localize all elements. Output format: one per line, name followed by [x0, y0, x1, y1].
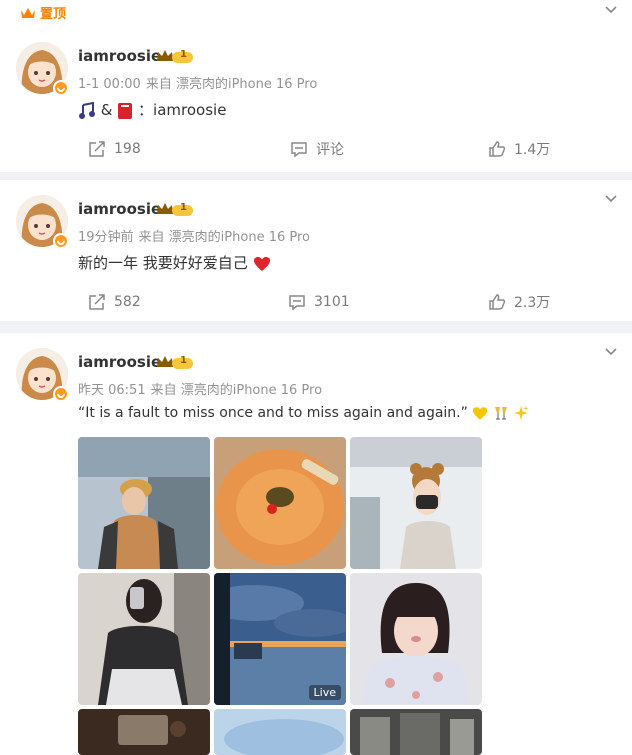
post-text-main: 新的一年 我要好好爱自己 — [78, 254, 248, 272]
thumbs-up-icon — [489, 141, 506, 157]
post-text-amp: & — [100, 101, 113, 119]
sparkles-icon — [514, 406, 529, 420]
repost-icon — [89, 294, 105, 310]
chevron-down-icon[interactable] — [604, 194, 618, 204]
chevron-down-icon[interactable] — [604, 5, 618, 15]
like-count: 2.3万 — [514, 295, 551, 311]
level-badge: 1 — [156, 355, 194, 371]
level-number: 1 — [180, 49, 187, 60]
post-text: “It is a fault to miss once and to miss … — [78, 405, 529, 421]
post-card-1: 置顶 iamroosie 1 1-1 00:00 来自 漂亮肉的iPhone 16… — [0, 0, 632, 172]
verified-badge-icon — [53, 386, 69, 402]
book-icon — [118, 102, 133, 119]
champagne-icon — [494, 407, 507, 420]
level-badge: 1 — [156, 49, 194, 65]
action-bar: 198 评论 1.4万 — [0, 134, 632, 164]
post-text: 新的一年 我要好好爱自己 — [78, 252, 271, 273]
like-button[interactable]: 2.3万 — [488, 287, 550, 317]
chevron-down-icon[interactable] — [604, 347, 618, 357]
comment-icon — [289, 295, 305, 311]
photo-9[interactable] — [350, 709, 482, 755]
photo-2[interactable] — [214, 437, 346, 569]
repost-count: 198 — [114, 141, 141, 157]
comment-count: 3101 — [314, 294, 350, 310]
photo-7[interactable] — [78, 709, 210, 755]
photo-6[interactable] — [350, 573, 482, 705]
level-number: 1 — [180, 355, 187, 366]
post-source: 来自 漂亮肉的iPhone 16 Pro — [145, 77, 318, 92]
level-badge: 1 — [156, 202, 194, 218]
photo-4[interactable] — [78, 573, 210, 705]
post-time[interactable]: 19分钟前 — [78, 230, 134, 245]
post-meta: 19分钟前 来自 漂亮肉的iPhone 16 Pro — [78, 226, 315, 245]
crown-icon — [157, 203, 193, 216]
pinned-label: 置顶 — [40, 7, 67, 22]
post-source: 来自 漂亮肉的iPhone 16 Pro — [150, 383, 323, 398]
username[interactable]: iamroosie — [78, 353, 161, 371]
comment-button[interactable]: 3101 — [288, 287, 350, 317]
verified-badge-icon — [53, 80, 69, 96]
post-time[interactable]: 1-1 00:00 — [78, 77, 141, 92]
comment-icon — [291, 142, 307, 158]
repost-icon — [89, 141, 105, 157]
crown-icon — [157, 356, 193, 369]
photo-5[interactable]: Live — [214, 573, 346, 705]
photo-3[interactable] — [350, 437, 482, 569]
post-time[interactable]: 昨天 06:51 — [78, 383, 146, 398]
username[interactable]: iamroosie — [78, 47, 161, 65]
live-badge: Live — [308, 685, 341, 700]
repost-button[interactable]: 582 — [88, 287, 141, 317]
repost-button[interactable]: 198 — [88, 134, 141, 164]
heart-icon — [253, 256, 270, 271]
music-note-icon — [79, 101, 95, 119]
post-text: & ：iamroosie — [78, 99, 226, 120]
photo-1[interactable] — [78, 437, 210, 569]
post-source: 来自 漂亮肉的iPhone 16 Pro — [138, 230, 310, 245]
action-bar: 582 3101 2.3万 — [0, 287, 632, 317]
like-button[interactable]: 1.4万 — [488, 134, 550, 164]
post-meta: 昨天 06:51 来自 漂亮肉的iPhone 16 Pro — [78, 379, 327, 398]
post-card-2: iamroosie 1 19分钟前 来自 漂亮肉的iPhone 16 Pro 新的… — [0, 180, 632, 321]
verified-badge-icon — [53, 233, 69, 249]
pinned-row: 置顶 — [20, 3, 66, 22]
photo-8[interactable] — [214, 709, 346, 755]
thumbs-up-icon — [489, 294, 506, 310]
level-number: 1 — [180, 202, 187, 213]
yellow-heart-icon — [473, 406, 488, 420]
comment-count: 评论 — [316, 142, 344, 158]
comment-button[interactable]: 评论 — [290, 134, 344, 164]
like-count: 1.4万 — [514, 142, 551, 158]
repost-count: 582 — [114, 294, 141, 310]
post-text-main: “It is a fault to miss once and to miss … — [78, 405, 468, 421]
post-text-main: ：iamroosie — [138, 101, 227, 119]
post-meta: 1-1 00:00 来自 漂亮肉的iPhone 16 Pro — [78, 73, 322, 92]
username[interactable]: iamroosie — [78, 200, 161, 218]
pin-icon — [21, 7, 35, 18]
crown-icon — [157, 50, 193, 63]
